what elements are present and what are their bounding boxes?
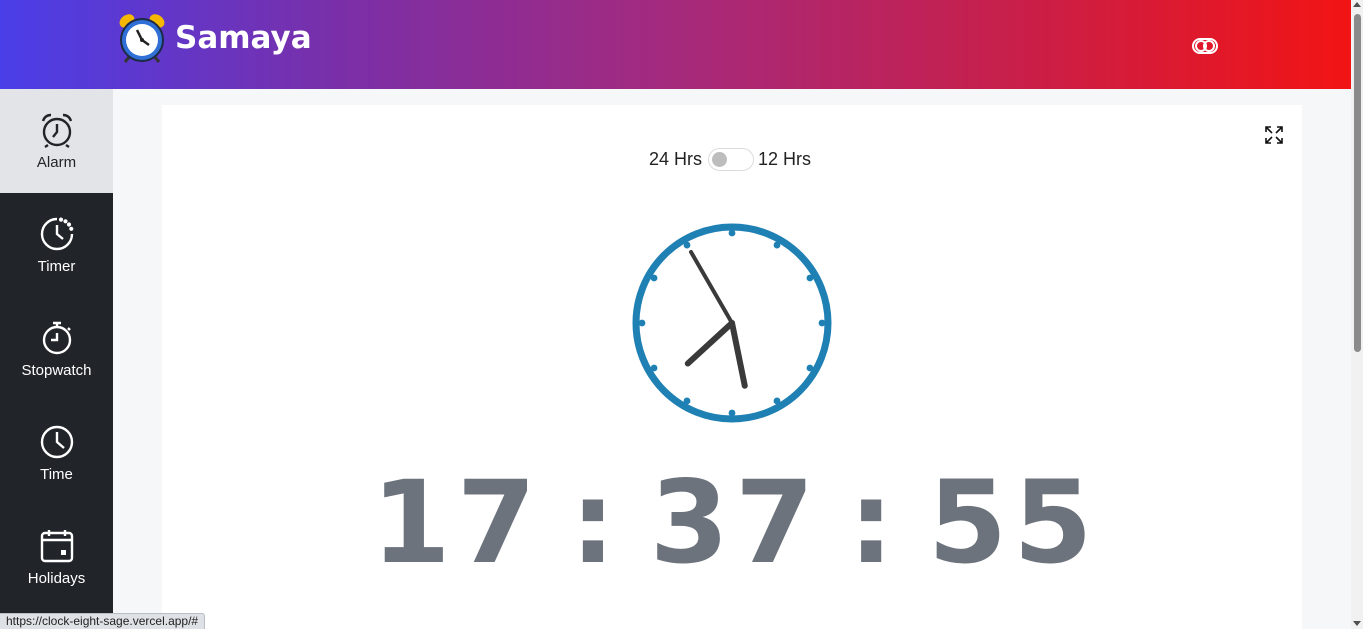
clock-tick	[683, 241, 691, 249]
clock-tick	[818, 319, 826, 327]
scrollbar-thumb[interactable]	[1354, 14, 1361, 352]
clock-tick	[806, 364, 814, 372]
calendar-icon	[40, 529, 73, 562]
format-toggle: 24 Hrs 12 Hrs	[649, 148, 811, 171]
app-header: Samaya	[0, 0, 1351, 89]
clock-tick	[650, 364, 658, 372]
clock-tick	[683, 397, 691, 405]
digital-minutes: 37	[649, 455, 821, 589]
toggle-theme-icon[interactable]	[1190, 34, 1220, 58]
sidebar-item-label: Timer	[37, 257, 76, 275]
clock-tick	[773, 241, 781, 249]
clock-tick	[728, 229, 736, 237]
sidebar-item-label: Time	[40, 465, 73, 483]
digital-separator: :	[848, 455, 900, 589]
digital-hours: 17	[371, 455, 543, 589]
clock-tick	[638, 319, 646, 327]
sidebar-item-label: Stopwatch	[21, 361, 92, 379]
format-24-label: 24 Hrs	[649, 149, 703, 169]
scroll-up-arrow-icon[interactable]	[1353, 2, 1361, 7]
digital-seconds: 55	[927, 455, 1099, 589]
sidebar: Alarm Timer Stopwatch Time Holidays	[0, 89, 113, 629]
digital-separator: :	[570, 455, 622, 589]
clock-icon	[40, 425, 73, 458]
analog-clock	[632, 223, 832, 423]
alarm-clock-logo	[119, 14, 165, 63]
clock-tick	[806, 274, 814, 282]
clock-tick	[728, 409, 736, 417]
sidebar-item-alarm[interactable]: Alarm	[0, 89, 113, 193]
clock-tick	[773, 397, 781, 405]
clock-tick	[650, 274, 658, 282]
digital-clock: 17 : 37 : 55	[370, 456, 1100, 589]
format-12-label: 12 Hrs	[758, 149, 812, 169]
timer-icon	[40, 216, 73, 250]
status-bar-url: https://clock-eight-sage.vercel.app/#	[0, 613, 206, 629]
alarm-icon	[41, 113, 72, 148]
sidebar-item-holidays[interactable]: Holidays	[0, 505, 113, 609]
stopwatch-icon	[42, 321, 71, 354]
scroll-down-arrow-icon[interactable]	[1353, 621, 1361, 626]
sidebar-item-time[interactable]: Time	[0, 401, 113, 505]
sidebar-item-label: Alarm	[36, 153, 77, 171]
sidebar-item-label: Holidays	[27, 569, 86, 587]
fullscreen-icon[interactable]	[1264, 125, 1284, 145]
sidebar-item-stopwatch[interactable]: Stopwatch	[0, 297, 113, 401]
brand[interactable]: Samaya	[116, 12, 312, 64]
sidebar-item-timer[interactable]: Timer	[0, 193, 113, 297]
format-switch[interactable]	[708, 148, 755, 171]
switch-knob	[712, 152, 728, 167]
brand-name: Samaya	[175, 20, 312, 56]
